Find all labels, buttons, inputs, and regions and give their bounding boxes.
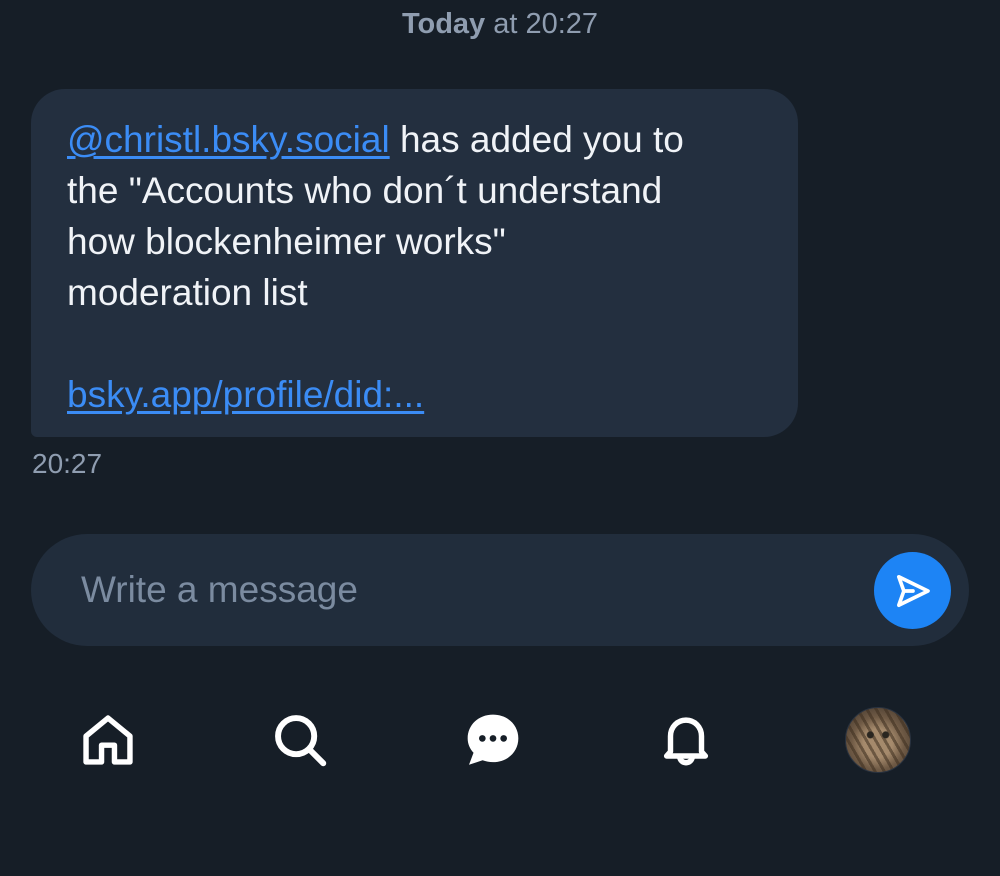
message-input[interactable] bbox=[81, 534, 861, 646]
message-text-4: moderation list bbox=[67, 272, 308, 313]
message-composer bbox=[31, 534, 969, 646]
message-text-2: the "Accounts who don´t understand bbox=[67, 170, 663, 211]
bell-icon bbox=[663, 717, 709, 766]
search-icon bbox=[275, 715, 327, 767]
profile-link[interactable]: bsky.app/profile/did:... bbox=[67, 374, 424, 415]
message-timestamp: 20:27 bbox=[32, 448, 103, 479]
nav-home[interactable] bbox=[73, 700, 143, 780]
send-button[interactable] bbox=[874, 552, 951, 629]
chat-icon bbox=[467, 714, 519, 765]
nav-chat[interactable] bbox=[458, 700, 528, 780]
nav-notifications[interactable] bbox=[651, 700, 721, 780]
send-icon bbox=[896, 574, 930, 607]
chat-screen: Today at 20:27 @christl.bsky.social has … bbox=[0, 0, 1000, 876]
bottom-navigation bbox=[0, 690, 1000, 790]
message-line-1: @christl.bsky.social has added you to bbox=[67, 114, 762, 165]
nav-search[interactable] bbox=[265, 700, 335, 780]
home-icon bbox=[83, 715, 133, 765]
date-day: Today bbox=[401, 8, 486, 40]
nav-profile[interactable] bbox=[843, 700, 913, 780]
mention-link[interactable]: @christl.bsky.social bbox=[67, 119, 390, 160]
avatar bbox=[845, 707, 911, 773]
date-separator: Today at 20:27 bbox=[0, 8, 1000, 41]
message-text-1: has added you to bbox=[389, 119, 684, 160]
date-time: at 20:27 bbox=[485, 8, 599, 40]
message-text-3: how blockenheimer works" bbox=[67, 221, 506, 262]
message-bubble: @christl.bsky.social has added you to th… bbox=[31, 89, 798, 437]
